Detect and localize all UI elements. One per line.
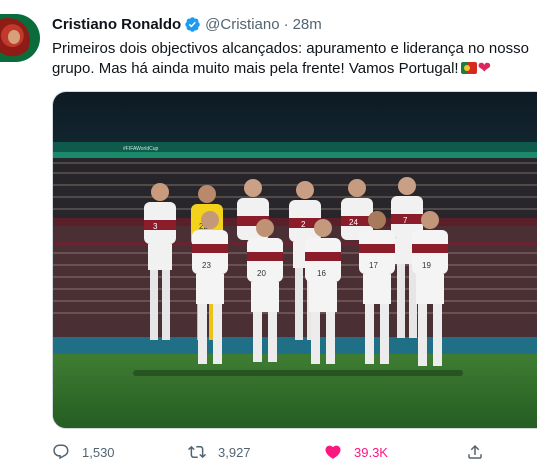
svg-text:7: 7 bbox=[403, 216, 408, 225]
stadium-banner-text: #FIFAWorldCup bbox=[123, 146, 159, 152]
portugal-flag-icon bbox=[460, 62, 477, 74]
share-icon bbox=[468, 444, 482, 459]
svg-text:19: 19 bbox=[422, 261, 431, 270]
reply-button[interactable]: 1,530 bbox=[52, 441, 115, 463]
svg-text:3: 3 bbox=[153, 222, 158, 231]
reply-icon bbox=[53, 444, 69, 460]
retweet-count: 3,927 bbox=[218, 444, 251, 460]
tweet-timestamp[interactable]: 28m bbox=[293, 16, 322, 33]
tweet-header: Cristiano Ronaldo @Cristiano · 28m bbox=[52, 16, 322, 33]
tweet-actions: 1,530 3,927 39.3K bbox=[52, 441, 537, 465]
tweet-photo[interactable]: #FIFAWorldCup 3 22 2 24 7 23 20 16 17 19 bbox=[52, 91, 537, 429]
heart-filled-icon bbox=[325, 445, 341, 459]
like-button[interactable]: 39.3K bbox=[324, 441, 388, 463]
tweet-body: Primeiros dois objectivos alcançados: ap… bbox=[52, 40, 529, 77]
like-count: 39.3K bbox=[354, 444, 388, 460]
svg-text:23: 23 bbox=[202, 261, 211, 270]
verified-badge-icon bbox=[185, 17, 200, 32]
reply-count: 1,530 bbox=[82, 444, 115, 460]
svg-text:16: 16 bbox=[317, 269, 326, 278]
team-photo-illustration: #FIFAWorldCup 3 22 2 24 7 23 20 16 17 19 bbox=[53, 92, 537, 428]
svg-text:2: 2 bbox=[301, 220, 306, 229]
share-button[interactable] bbox=[466, 441, 484, 463]
avatar-face bbox=[8, 30, 20, 44]
separator-dot: · bbox=[283, 16, 289, 33]
svg-text:20: 20 bbox=[257, 269, 266, 278]
author-name[interactable]: Cristiano Ronaldo bbox=[52, 16, 181, 33]
avatar[interactable] bbox=[0, 14, 40, 62]
tweet-text: Primeiros dois objectivos alcançados: ap… bbox=[52, 39, 532, 79]
red-heart-icon: ❤ bbox=[477, 60, 492, 77]
retweet-button[interactable]: 3,927 bbox=[188, 441, 251, 463]
retweet-icon bbox=[188, 445, 206, 459]
svg-text:17: 17 bbox=[369, 261, 378, 270]
svg-text:24: 24 bbox=[349, 218, 358, 227]
author-handle[interactable]: @Cristiano bbox=[205, 16, 279, 33]
